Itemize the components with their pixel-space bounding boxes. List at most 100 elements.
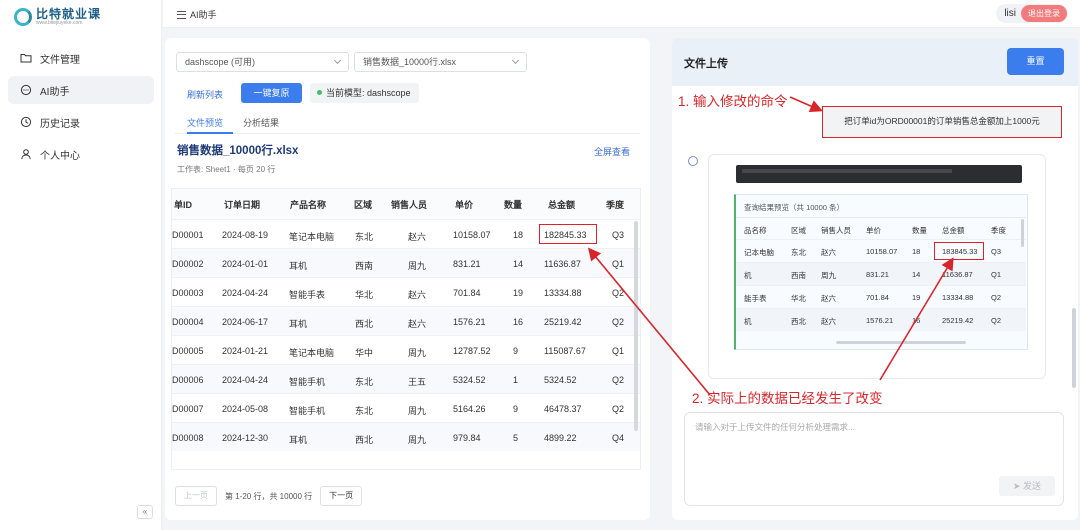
chevron-down-icon — [511, 56, 520, 65]
table-cell: 2024-06-17 — [222, 317, 269, 327]
table-row[interactable]: D00007 2024-05-08 智能手机 东北 周九 5164.26 9 46478.37… — [172, 393, 640, 422]
next-page-button[interactable]: 下一页 — [320, 486, 363, 506]
sidebar-item-file-management[interactable]: 文件管理 — [8, 44, 154, 72]
column-header[interactable]: 总金额 — [548, 198, 575, 211]
tab-analysis-results[interactable]: 分析结果 — [243, 116, 279, 134]
file-select[interactable]: 销售数据_10000行.xlsx — [354, 52, 527, 72]
file-select-value: 销售数据_10000行.xlsx — [363, 57, 457, 67]
table-row[interactable]: D00005 2024-01-21 笔记本电脑 华中 周九 12787.52 9 115087… — [172, 335, 640, 364]
result-cell: Q3 — [991, 247, 1002, 256]
table-cell: 11636.87 — [544, 259, 581, 269]
column-header[interactable]: 订单日期 — [224, 198, 260, 211]
table-cell: D00003 — [172, 288, 204, 298]
table-row[interactable]: D00006 2024-04-24 智能手机 东北 王五 5324.52 1 5324.52 Q… — [172, 364, 640, 393]
column-header[interactable]: 数量 — [504, 198, 522, 211]
table-cell: Q3 — [612, 230, 625, 240]
result-cell: 701.84 — [866, 293, 889, 302]
chevron-down-icon — [333, 56, 342, 65]
column-header[interactable]: 区域 — [354, 198, 372, 211]
table-cell: 9 — [513, 346, 519, 356]
table-cell: 王五 — [408, 377, 427, 387]
provider-select[interactable]: dashscope (可用) — [176, 52, 349, 72]
result-cell: Q1 — [991, 270, 1002, 279]
annotation-step-1: 1. 输入修改的命令 — [678, 94, 788, 109]
table-cell: 2024-04-24 — [222, 375, 269, 385]
result-column-header: 数量 — [912, 226, 927, 235]
table-row[interactable]: D00003 2024-04-24 智能手表 华北 赵六 701.84 19 13334.88… — [172, 277, 640, 306]
ai-avatar-icon — [688, 156, 698, 166]
result-cell: 西北 — [791, 317, 806, 326]
table-cell: 701.84 — [453, 288, 481, 298]
logo[interactable]: 比特就业课 www.bitejiuyeke.com — [14, 8, 101, 26]
sidebar-item-ai-assistant[interactable]: AI助手 — [8, 76, 154, 104]
refresh-list-button[interactable]: 刷新列表 — [187, 88, 223, 101]
table-cell: 西南 — [355, 261, 374, 271]
prompt-input[interactable] — [695, 421, 1055, 471]
table-row[interactable]: D00002 2024-01-01 耳机 西南 周九 831.21 14 11636.87 Q1 — [172, 248, 640, 277]
table-cell: 10158.07 — [453, 230, 491, 240]
table-row[interactable]: D00004 2024-06-17 耳机 西北 赵六 1576.21 16 25219.42 Q… — [172, 306, 640, 335]
breadcrumb: AI助手 — [177, 8, 217, 21]
clock-icon — [20, 116, 32, 128]
table-cell: 5 — [513, 433, 519, 443]
table-header: 单ID 订单日期 产品名称 区域 销售人员 单价 数量 总金额 季度 — [172, 189, 640, 219]
result-row: 能手表 华北 赵六 701.84 19 13334.88 Q2 — [736, 285, 1026, 308]
sidebar: 比特就业课 www.bitejiuyeke.com 文件管理 AI助手 历史记录… — [0, 0, 162, 530]
table-cell: 46478.37 — [544, 404, 582, 414]
chat-scrollbar[interactable] — [1072, 308, 1076, 388]
result-column-header: 季度 — [991, 226, 1006, 235]
restore-button[interactable]: 一键复原 — [241, 83, 302, 103]
table-cell: 智能手机 — [289, 377, 326, 387]
result-cell: Q2 — [991, 293, 1002, 302]
table-cell: Q2 — [612, 317, 625, 327]
column-header[interactable]: 单ID — [174, 198, 192, 211]
fullscreen-button[interactable]: 全屏查看 — [594, 145, 630, 158]
send-button[interactable]: ➤ 发送 — [999, 476, 1055, 496]
result-cell: 记本电脑 — [744, 248, 774, 257]
table-cell: 2024-05-08 — [222, 404, 269, 414]
result-column-header: 总金额 — [942, 226, 965, 235]
prev-page-button[interactable]: 上一页 — [175, 486, 217, 506]
sidebar-item-label: AI助手 — [40, 86, 70, 98]
logo-name: 比特就业课 — [36, 7, 102, 21]
column-header[interactable]: 销售人员 — [391, 198, 427, 211]
username[interactable]: lisi — [1004, 8, 1016, 19]
table-cell: 5324.52 — [453, 375, 486, 385]
column-header[interactable]: 单价 — [455, 198, 473, 211]
sidebar-collapse-button[interactable]: « — [137, 505, 153, 519]
result-cell: 831.21 — [866, 270, 889, 279]
column-header[interactable]: 产品名称 — [290, 198, 326, 211]
table-cell: 2024-01-01 — [222, 259, 269, 269]
table-cell: 2024-08-19 — [222, 230, 269, 240]
table-cell: 5324.52 — [544, 375, 577, 385]
column-header[interactable]: 季度 — [606, 198, 624, 211]
menu-icon[interactable] — [177, 10, 186, 19]
sidebar-item-history[interactable]: 历史记录 — [8, 108, 154, 136]
table-cell: 笔记本电脑 — [289, 348, 335, 358]
sidebar-item-profile[interactable]: 个人中心 — [8, 140, 154, 168]
preview-tabs: 文件预览 分析结果 — [175, 116, 640, 134]
current-model-tag: 当前模型: dashscope — [310, 83, 419, 103]
provider-select-value: dashscope (可用) — [185, 57, 256, 67]
chat-icon — [20, 84, 32, 96]
table-scrollbar[interactable] — [634, 221, 638, 431]
reset-button[interactable]: 重置 — [1007, 48, 1064, 75]
table-cell: Q1 — [612, 346, 625, 356]
table-row[interactable]: D00008 2024-12-30 耳机 西北 周九 979.84 5 4899.22 Q4 — [172, 422, 640, 451]
table-cell: 1576.21 — [453, 317, 486, 327]
logout-button[interactable]: 退出登录 — [1021, 5, 1067, 22]
tab-file-preview[interactable]: 文件预览 — [187, 116, 233, 134]
prompt-input-box: ➤ 发送 — [684, 412, 1064, 506]
pagination: 上一页 第 1-20 行，共 10000 行 下一页 — [175, 486, 363, 506]
result-row: 机 西南 周九 831.21 14 11636.87 Q1 — [736, 262, 1026, 285]
table-cell: D00008 — [172, 433, 204, 443]
upload-header: 文件上传 重置 — [672, 38, 1078, 86]
result-horizontal-scrollbar[interactable] — [836, 341, 966, 344]
result-vertical-scrollbar[interactable] — [1021, 219, 1024, 247]
sidebar-nav: 文件管理 AI助手 历史记录 个人中心 — [8, 44, 154, 172]
table-cell: Q4 — [612, 433, 625, 443]
table-cell: D00007 — [172, 404, 204, 414]
logo-icon — [14, 8, 32, 26]
table-cell: 979.84 — [453, 433, 481, 443]
table-row[interactable]: D00001 2024-08-19 笔记本电脑 东北 赵六 10158.07 18 18284… — [172, 219, 640, 248]
